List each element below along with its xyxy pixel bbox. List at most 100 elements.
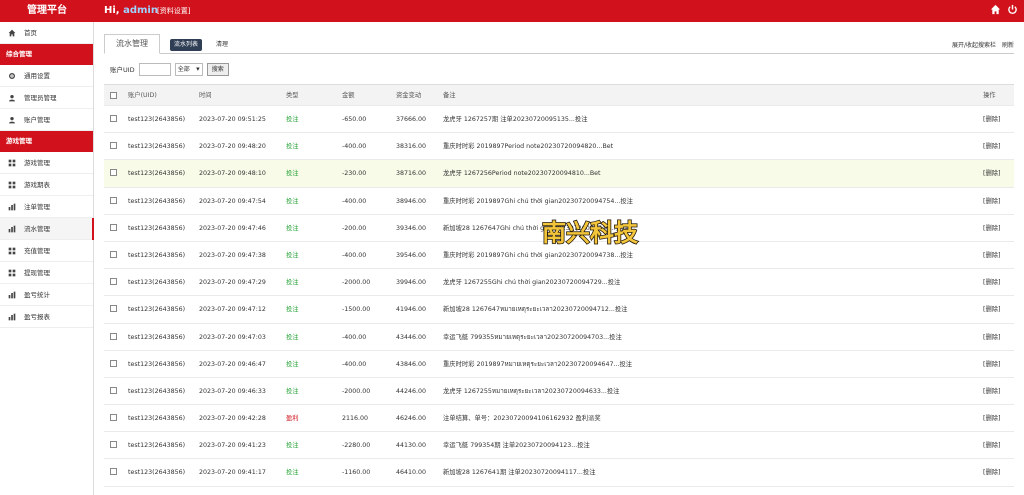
delete-button[interactable]: [删除] xyxy=(983,160,1013,187)
account-cell: test123(2643856) xyxy=(128,387,186,395)
note-cell: 重庆时时彩 2019897หมายเหตุระยะเวลา20230720094… xyxy=(443,360,633,368)
row-checkbox[interactable] xyxy=(110,305,117,313)
row-checkbox[interactable] xyxy=(110,441,117,449)
type-cell: 投注 xyxy=(286,170,299,178)
table-row: test123(2643856) 2023-07-20 09:47:12 投注 -15… xyxy=(104,296,1014,324)
tab-flow-management[interactable]: 流水管理 xyxy=(104,34,160,54)
balance-cell: 43446.00 xyxy=(396,333,427,341)
sidebar-item-game-periods[interactable]: 游戏期表 xyxy=(0,174,93,196)
header-note: 备注 xyxy=(443,92,456,99)
amount-cell: -400.00 xyxy=(342,360,367,368)
row-checkbox[interactable] xyxy=(110,196,117,204)
main-content: 流水管理 流水列表 清理 展开/收起搜索栏 刷新 账户UID 全部 搜索 账户(… xyxy=(104,22,1020,495)
delete-button[interactable]: [删除] xyxy=(983,133,1013,160)
search-button[interactable]: 搜索 xyxy=(206,62,229,76)
sidebar-item-withdraw-management[interactable]: 提现管理 xyxy=(0,262,93,284)
profile-settings-link[interactable]: [资料设置] xyxy=(157,6,190,16)
type-cell: 盈利 xyxy=(286,415,299,423)
table-row: test123(2643856) 2023-07-20 09:41:17 投注 -11… xyxy=(104,459,1014,487)
delete-button[interactable]: [删除] xyxy=(983,378,1013,405)
delete-button[interactable]: [删除] xyxy=(983,296,1013,323)
delete-button[interactable]: [删除] xyxy=(983,242,1013,269)
row-checkbox[interactable] xyxy=(110,414,117,422)
balance-cell: 46246.00 xyxy=(396,415,427,423)
grid-icon xyxy=(8,181,16,189)
amount-cell: -2000.00 xyxy=(342,279,371,287)
header-time: 时间 xyxy=(199,92,212,99)
amount-cell: -400.00 xyxy=(342,143,367,151)
account-uid-label: 账户UID xyxy=(110,66,135,74)
sidebar-item-label: 盈亏报表 xyxy=(24,313,50,321)
table-row: test123(2643856) 2023-07-20 09:46:47 投注 -40… xyxy=(104,351,1014,378)
type-select[interactable]: 全部 xyxy=(174,62,203,76)
sidebar-item-account-management[interactable]: 账户管理 xyxy=(0,109,93,131)
time-cell: 2023-07-20 09:47:38 xyxy=(199,251,266,259)
table-row: test123(2643856) 2023-07-20 09:51:25 投注 -65… xyxy=(104,106,1014,134)
delete-button[interactable]: [删除] xyxy=(983,351,1013,378)
sidebar: 首页 综合管理 通用设置 管理员管理 账户管理 游戏管理 游戏管理 游戏期表 注… xyxy=(0,22,94,495)
balance-cell: 43846.00 xyxy=(396,360,427,368)
row-checkbox[interactable] xyxy=(110,142,117,150)
account-cell: test123(2643856) xyxy=(128,442,186,450)
row-checkbox[interactable] xyxy=(110,332,117,340)
sidebar-item-admin-management[interactable]: 管理员管理 xyxy=(0,87,93,109)
account-cell: test123(2643856) xyxy=(128,224,186,232)
sidebar-section-general[interactable]: 综合管理 xyxy=(0,44,93,65)
power-icon[interactable] xyxy=(1007,4,1018,15)
delete-button[interactable]: [删除] xyxy=(983,324,1013,351)
delete-button[interactable]: [删除] xyxy=(983,432,1013,459)
delete-button[interactable]: [删除] xyxy=(983,215,1013,242)
toggle-search-link[interactable]: 展开/收起搜索栏 xyxy=(952,40,996,52)
table-row: test123(2643856) 2023-07-20 09:47:03 投注 -40… xyxy=(104,324,1014,351)
row-checkbox[interactable] xyxy=(110,278,117,286)
time-cell: 2023-07-20 09:47:46 xyxy=(199,224,266,232)
balance-cell: 38946.00 xyxy=(396,197,427,205)
account-cell: test123(2643856) xyxy=(128,469,186,477)
note-cell: 幸运飞艇 799354期 注单20230720094123...投注 xyxy=(443,442,590,450)
user-icon xyxy=(9,95,15,102)
flow-list-button[interactable]: 流水列表 xyxy=(170,39,203,51)
bars-icon xyxy=(8,203,16,211)
bars-icon xyxy=(8,313,16,321)
time-cell: 2023-07-20 09:41:17 xyxy=(199,469,266,477)
clear-button[interactable]: 清理 xyxy=(216,39,228,51)
row-checkbox[interactable] xyxy=(110,115,117,122)
grid-icon xyxy=(8,247,16,255)
delete-button[interactable]: [删除] xyxy=(983,405,1013,432)
type-cell: 投注 xyxy=(286,469,299,477)
account-cell: test123(2643856) xyxy=(128,197,186,205)
sidebar-item-flow-management[interactable]: 流水管理 xyxy=(0,218,94,240)
amount-cell: 2116.00 xyxy=(342,415,369,423)
delete-button[interactable]: [删除] xyxy=(983,459,1013,486)
table-header: 账户(UID) 时间 类型 金额 资金变动 备注 操作 xyxy=(104,84,1014,106)
sidebar-item-profit-report[interactable]: 盈亏报表 xyxy=(0,306,93,328)
sidebar-item-home[interactable]: 首页 xyxy=(0,22,93,44)
row-checkbox[interactable] xyxy=(110,468,117,476)
sidebar-item-bet-management[interactable]: 注单管理 xyxy=(0,196,93,218)
select-all-checkbox[interactable] xyxy=(110,92,117,99)
sidebar-item-label: 提现管理 xyxy=(24,269,50,277)
delete-button[interactable]: [删除] xyxy=(983,188,1013,215)
row-checkbox[interactable] xyxy=(110,386,117,394)
row-checkbox[interactable] xyxy=(110,223,117,231)
home-icon[interactable] xyxy=(990,4,1001,15)
sidebar-item-game-management[interactable]: 游戏管理 xyxy=(0,152,93,174)
note-cell: 重庆时时彩 2019897Period note20230720094820..… xyxy=(443,143,614,151)
balance-cell: 41946.00 xyxy=(396,306,427,314)
row-checkbox[interactable] xyxy=(110,169,117,177)
delete-button[interactable]: [删除] xyxy=(983,106,1013,133)
delete-button[interactable]: [删除] xyxy=(983,269,1013,296)
balance-cell: 37666.00 xyxy=(396,116,427,123)
header-type: 类型 xyxy=(286,92,299,99)
sidebar-section-games[interactable]: 游戏管理 xyxy=(0,131,93,152)
refresh-link[interactable]: 刷新 xyxy=(1002,40,1014,52)
type-cell: 投注 xyxy=(286,251,299,259)
amount-cell: -1160.00 xyxy=(342,469,371,477)
time-cell: 2023-07-20 09:51:25 xyxy=(199,116,266,123)
row-checkbox[interactable] xyxy=(110,359,117,367)
account-uid-input[interactable] xyxy=(138,62,171,76)
sidebar-item-recharge-management[interactable]: 充值管理 xyxy=(0,240,93,262)
row-checkbox[interactable] xyxy=(110,250,117,258)
sidebar-item-general-settings[interactable]: 通用设置 xyxy=(0,65,93,87)
sidebar-item-profit-stats[interactable]: 盈亏统计 xyxy=(0,284,93,306)
